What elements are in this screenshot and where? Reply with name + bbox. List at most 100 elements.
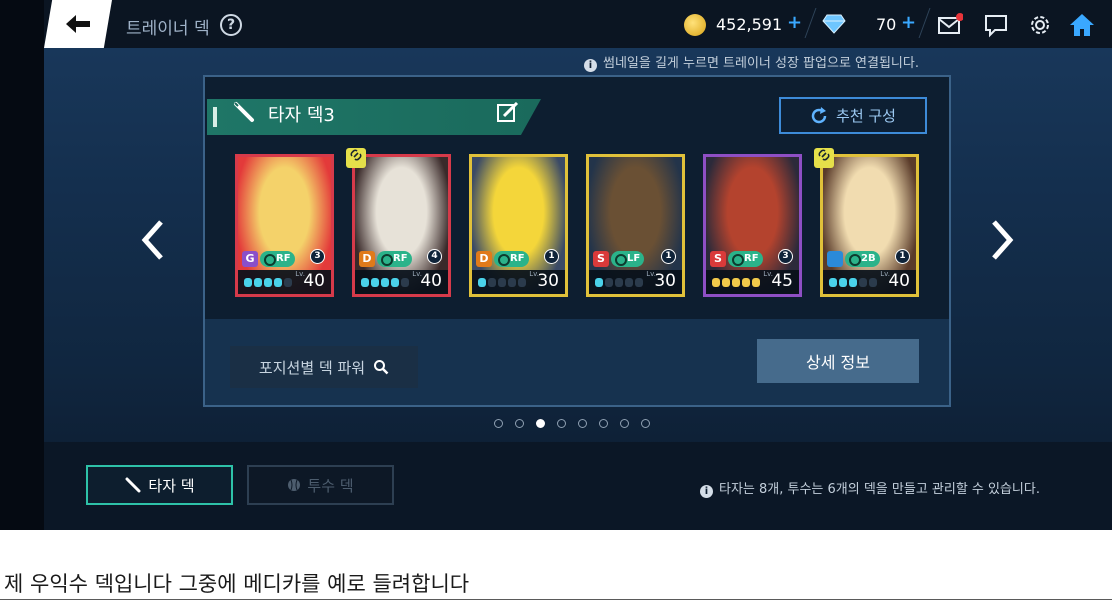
level-badge: 4 — [427, 249, 442, 264]
page-title: 트레이너 덱 — [126, 19, 210, 39]
level-badge: 1 — [895, 249, 910, 264]
position-badge: LF — [611, 251, 645, 267]
star-pip — [732, 278, 740, 287]
star-rating — [244, 278, 292, 287]
recommend-button[interactable]: 추천 구성 — [779, 97, 927, 134]
trainer-card[interactable]: S LF 1 Lv. 30 — [586, 154, 685, 297]
prev-arrow-icon[interactable] — [137, 218, 167, 262]
tab-batter-deck[interactable]: 타자 덱 — [86, 465, 233, 505]
zoom-icon — [374, 360, 389, 375]
gem-icon — [822, 14, 846, 34]
tab-pitcher-deck[interactable]: 투수 덱 — [247, 465, 394, 505]
link-icon — [346, 148, 366, 168]
level-value: 40 — [303, 271, 325, 291]
star-pip — [254, 278, 262, 287]
home-icon[interactable] — [1069, 12, 1095, 38]
mail-icon[interactable] — [937, 12, 963, 38]
add-gems-button[interactable]: + — [901, 12, 916, 33]
next-arrow-icon[interactable] — [988, 218, 1018, 262]
position-power-button[interactable]: 포지션별 덱 파워 — [230, 346, 418, 388]
trainer-card[interactable]: D RF 1 Lv. 30 — [469, 154, 568, 297]
info-icon: i — [584, 59, 597, 72]
bat-icon — [125, 477, 141, 493]
gem-count: 70 — [876, 15, 897, 34]
detail-info-button[interactable]: 상세 정보 — [757, 339, 919, 383]
star-pip — [839, 278, 847, 287]
star-pip — [371, 278, 379, 287]
star-pip — [284, 278, 292, 287]
level-value: 45 — [771, 271, 793, 291]
add-coins-button[interactable]: + — [787, 12, 802, 33]
star-rating — [478, 278, 526, 287]
star-pip — [595, 278, 603, 287]
trainer-card[interactable]: S RF 3 Lv. 45 — [703, 154, 802, 297]
caption-text: 제 우익수 덱입니다 그중에 메디카를 예로 들려합니다 — [4, 572, 470, 596]
level-badge: 3 — [310, 249, 325, 264]
star-pip — [391, 278, 399, 287]
star-pip — [829, 278, 837, 287]
gear-icon[interactable] — [1027, 12, 1053, 38]
grade-badge: D — [359, 251, 375, 267]
level-value: 30 — [537, 271, 559, 291]
page-dot[interactable] — [557, 419, 566, 428]
star-pip — [859, 278, 867, 287]
page-indicator — [494, 419, 650, 428]
position-badge: RF — [260, 251, 295, 267]
coin-icon — [684, 14, 706, 36]
star-pip — [264, 278, 272, 287]
star-pip — [615, 278, 623, 287]
level-badge: 3 — [778, 249, 793, 264]
star-pip — [274, 278, 282, 287]
back-arrow-icon — [66, 15, 90, 33]
star-pip — [381, 278, 389, 287]
trainer-card[interactable]: 2B 1 Lv. 40 — [820, 154, 919, 297]
star-pip — [508, 278, 516, 287]
trainer-card[interactable]: G RF 3 Lv. 40 — [235, 154, 334, 297]
grade-badge: G — [242, 251, 258, 267]
star-pip — [478, 278, 486, 287]
star-pip — [722, 278, 730, 287]
level-value: 30 — [654, 271, 676, 291]
question-circle-icon[interactable]: ? — [220, 14, 242, 36]
left-letterbox — [0, 0, 44, 530]
chat-icon[interactable] — [983, 12, 1009, 38]
star-pip — [752, 278, 760, 287]
baseball-icon — [288, 479, 301, 491]
page-dot[interactable] — [536, 419, 545, 428]
position-power-label: 포지션별 덱 파워 — [258, 358, 366, 377]
deck-limit-label: 타자는 8개, 투수는 6개의 덱을 만들고 관리할 수 있습니다. — [719, 482, 1040, 497]
position-badge: RF — [728, 251, 763, 267]
star-pip — [605, 278, 613, 287]
deck-title-bar — [207, 99, 541, 135]
position-badge: 2B — [845, 251, 880, 267]
level-badge: 1 — [661, 249, 676, 264]
back-button[interactable] — [44, 0, 112, 48]
star-pip — [498, 278, 506, 287]
star-rating — [361, 278, 409, 287]
page-dot[interactable] — [515, 419, 524, 428]
edit-icon[interactable] — [496, 102, 520, 124]
page-dot[interactable] — [578, 419, 587, 428]
level-badge: 1 — [544, 249, 559, 264]
tab-batter-label: 타자 덱 — [148, 476, 195, 495]
page-dot[interactable] — [494, 419, 503, 428]
grade-badge: S — [710, 251, 726, 267]
star-pip — [244, 278, 252, 287]
info-icon: i — [700, 485, 713, 498]
page-dot[interactable] — [599, 419, 608, 428]
star-pip — [849, 278, 857, 287]
trainer-card[interactable]: D RF 4 Lv. 40 — [352, 154, 451, 297]
page-dot[interactable] — [641, 419, 650, 428]
notice-text: i 썸네일을 길게 누르면 트레이너 성장 팝업으로 연결됩니다. — [584, 52, 919, 72]
notice-label: 썸네일을 길게 누르면 트레이너 성장 팝업으로 연결됩니다. — [603, 56, 919, 71]
page-dot[interactable] — [620, 419, 629, 428]
tab-pitcher-label: 투수 덱 — [307, 476, 354, 495]
coin-count: 452,591 — [716, 15, 783, 34]
bat-icon — [234, 102, 254, 122]
deck-name: 타자 덱3 — [268, 105, 335, 126]
caption-underline — [0, 599, 1112, 600]
grade-badge — [827, 251, 843, 267]
recommend-label: 추천 구성 — [836, 107, 896, 125]
refresh-icon — [811, 106, 827, 123]
star-rating — [712, 278, 760, 287]
